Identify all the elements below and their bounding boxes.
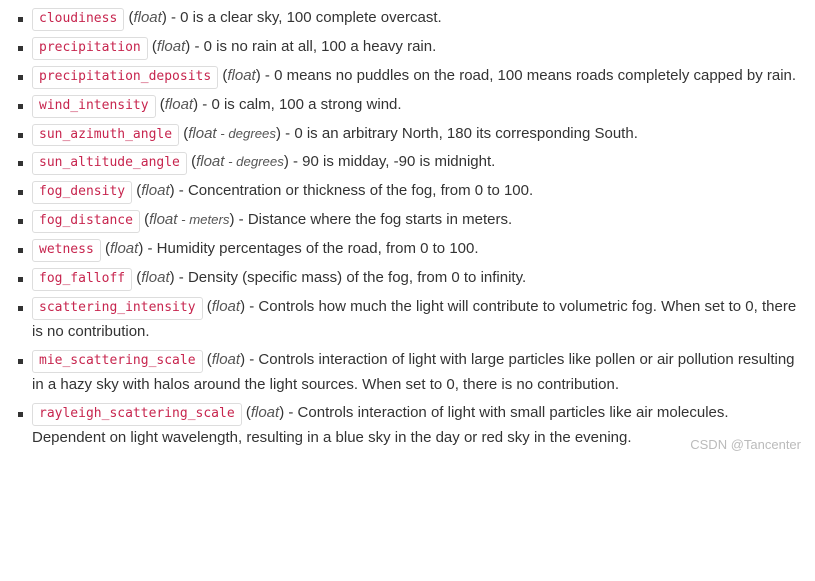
variable-description: 0 is a clear sky, 100 complete overcast. xyxy=(180,9,442,26)
variable-type: float xyxy=(196,153,224,170)
variable-unit: degrees xyxy=(228,126,276,141)
variable-name: sun_altitude_angle xyxy=(32,152,187,175)
unit-separator: - xyxy=(217,126,229,141)
variable-name: precipitation_deposits xyxy=(32,66,218,89)
variable-name: precipitation xyxy=(32,37,148,60)
variable-type: float xyxy=(227,67,255,84)
variable-description: 0 means no puddles on the road, 100 mean… xyxy=(274,67,796,84)
variable-type: float xyxy=(149,211,177,228)
variable-description: Concentration or thickness of the fog, f… xyxy=(188,182,533,199)
variable-description: 0 is an arbitrary North, 180 its corresp… xyxy=(294,125,638,142)
close-paren: ) xyxy=(240,298,245,315)
close-paren: ) xyxy=(279,404,284,421)
close-paren: ) xyxy=(193,96,198,113)
variable-description: 0 is calm, 100 a strong wind. xyxy=(211,96,401,113)
variable-name: fog_density xyxy=(32,181,132,204)
list-item: precipitation_deposits (float) - 0 means… xyxy=(10,64,805,89)
variable-name: mie_scattering_scale xyxy=(32,350,203,373)
variable-description: 90 is midday, -90 is midnight. xyxy=(302,153,495,170)
unit-separator: - xyxy=(224,154,236,169)
variable-type: float xyxy=(165,96,193,113)
variable-type: float xyxy=(110,240,138,257)
list-item: scattering_intensity (float) - Controls … xyxy=(10,295,805,344)
variable-unit: meters xyxy=(189,212,229,227)
parameter-list: cloudiness (float) - 0 is a clear sky, 1… xyxy=(10,6,805,450)
close-paren: ) xyxy=(276,125,281,142)
list-item: mie_scattering_scale (float) - Controls … xyxy=(10,348,805,397)
variable-type: float xyxy=(212,351,240,368)
variable-name: fog_falloff xyxy=(32,268,132,291)
variable-type: float xyxy=(157,38,185,55)
variable-description: Density (specific mass) of the fog, from… xyxy=(188,269,526,286)
list-item: wind_intensity (float) - 0 is calm, 100 … xyxy=(10,93,805,118)
list-item: rayleigh_scattering_scale (float) - Cont… xyxy=(10,401,805,450)
close-paren: ) xyxy=(162,9,167,26)
variable-name: wind_intensity xyxy=(32,95,156,118)
close-paren: ) xyxy=(240,351,245,368)
close-paren: ) xyxy=(170,269,175,286)
list-item: cloudiness (float) - 0 is a clear sky, 1… xyxy=(10,6,805,31)
list-item: fog_falloff (float) - Density (specific … xyxy=(10,266,805,291)
variable-type: float xyxy=(188,125,216,142)
list-item: fog_distance (float - meters) - Distance… xyxy=(10,208,805,233)
variable-type: float xyxy=(141,182,169,199)
variable-type: float xyxy=(251,404,279,421)
list-item: precipitation (float) - 0 is no rain at … xyxy=(10,35,805,60)
close-paren: ) xyxy=(284,153,289,170)
list-item: wetness (float) - Humidity percentages o… xyxy=(10,237,805,262)
variable-type: float xyxy=(141,269,169,286)
list-item: sun_altitude_angle (float - degrees) - 9… xyxy=(10,150,805,175)
variable-description: 0 is no rain at all, 100 a heavy rain. xyxy=(204,38,437,55)
unit-separator: - xyxy=(177,212,189,227)
watermark: CSDN @Tancenter xyxy=(690,435,801,456)
variable-description: Humidity percentages of the road, from 0… xyxy=(157,240,479,257)
close-paren: ) xyxy=(185,38,190,55)
variable-type: float xyxy=(212,298,240,315)
variable-name: fog_distance xyxy=(32,210,140,233)
close-paren: ) xyxy=(170,182,175,199)
variable-name: scattering_intensity xyxy=(32,297,203,320)
variable-name: cloudiness xyxy=(32,8,124,31)
variable-description: Distance where the fog starts in meters. xyxy=(248,211,512,228)
close-paren: ) xyxy=(256,67,261,84)
variable-name: rayleigh_scattering_scale xyxy=(32,403,242,426)
close-paren: ) xyxy=(138,240,143,257)
list-item: fog_density (float) - Concentration or t… xyxy=(10,179,805,204)
variable-name: sun_azimuth_angle xyxy=(32,124,179,147)
variable-unit: degrees xyxy=(236,154,284,169)
variable-type: float xyxy=(133,9,161,26)
close-paren: ) xyxy=(230,211,235,228)
list-item: sun_azimuth_angle (float - degrees) - 0 … xyxy=(10,122,805,147)
variable-name: wetness xyxy=(32,239,101,262)
